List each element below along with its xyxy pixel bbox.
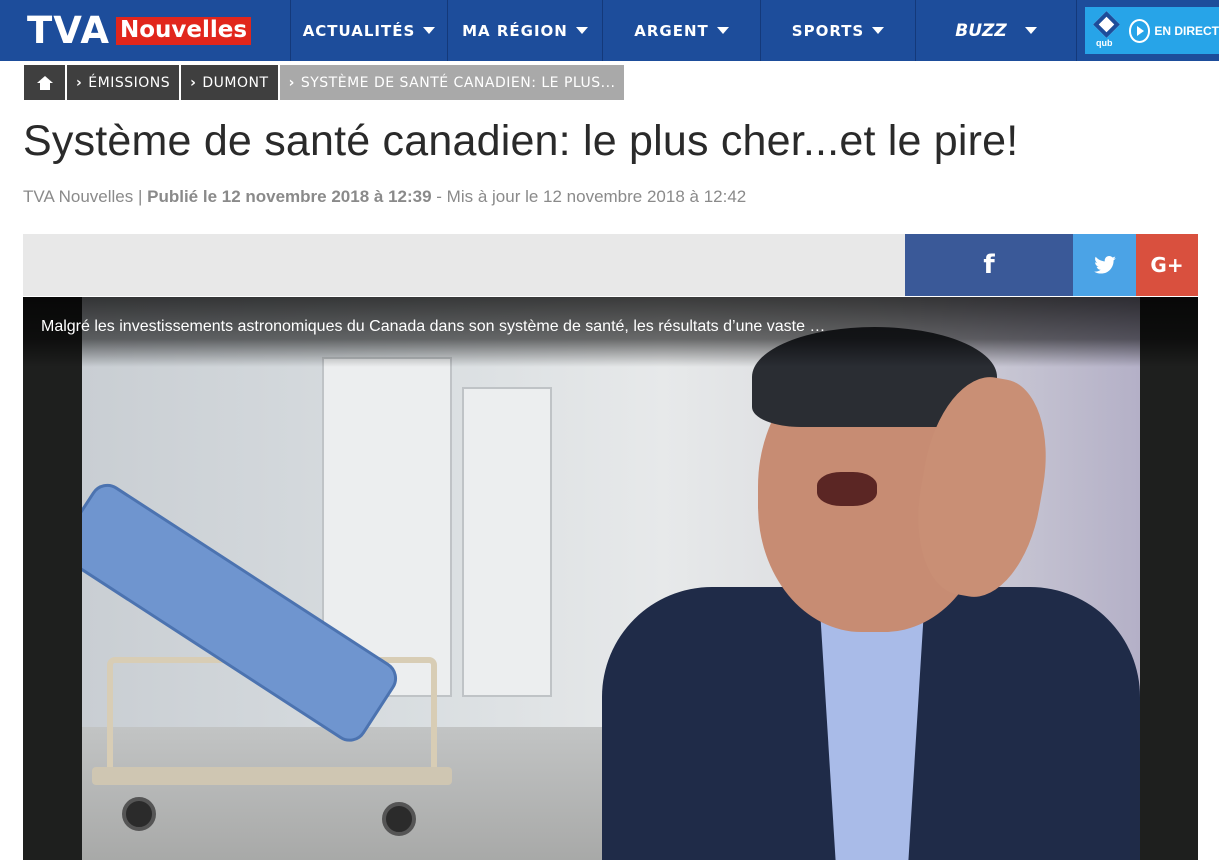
byline-published: Publié le 12 novembre 2018 à 12:39 [147,187,432,206]
chevron-down-icon [872,27,885,34]
nav-item-sports[interactable]: SPORTS [761,0,916,61]
nav-item-label: BUZZ [955,20,1007,41]
chevron-down-icon [1024,27,1037,34]
stretcher-wheel [382,802,416,836]
nav-item-buzz[interactable]: BUZZ [916,0,1077,61]
logo-nouvelles-text: Nouvelles [116,16,252,45]
nav-item-label: ARGENT [634,21,709,40]
breadcrumb-label: SYSTÈME DE SANTÉ CANADIEN: LE PLUS... [300,74,616,91]
article-byline: TVA Nouvelles | Publié le 12 novembre 20… [23,187,746,207]
qub-logo: qub [1093,10,1120,50]
breadcrumb-home[interactable] [24,65,65,100]
chevron-right-icon: › [190,74,197,91]
article-title: Système de santé canadien: le plus cher.… [23,117,1019,165]
byline-source: TVA Nouvelles | [23,187,143,206]
chevron-down-icon [575,27,588,34]
share-googleplus-button[interactable]: G+ [1136,234,1198,296]
nav-item-label: ACTUALITÉS [302,21,416,40]
hallway-door [462,387,552,697]
googleplus-icon: G+ [1150,253,1184,277]
live-broadcast-icon [1128,18,1151,43]
top-navigation: TVA Nouvelles ACTUALITÉS MA RÉGION ARGEN… [0,0,1219,61]
qub-cube-icon [1093,10,1120,38]
qub-logo-text: qub [1096,37,1113,48]
breadcrumb-item-current: › SYSTÈME DE SANTÉ CANADIEN: LE PLUS... [279,65,625,100]
facebook-icon: f [983,250,995,280]
breadcrumb-item-dumont[interactable]: › DUMONT [181,65,278,100]
nav-item-label: MA RÉGION [462,21,568,40]
tva-nouvelles-logo[interactable]: TVA Nouvelles [0,0,291,61]
nav-item-label: SPORTS [791,21,865,40]
video-caption: Malgré les investissements astronomiques… [41,318,826,335]
nav-item-ma-region[interactable]: MA RÉGION [448,0,603,61]
home-icon [36,75,53,90]
nav-item-actualites[interactable]: ACTUALITÉS [291,0,448,61]
logo-tva-text: TVA [27,9,110,52]
stretcher-base [92,767,452,785]
video-thumbnail [82,297,1140,860]
breadcrumb-label: ÉMISSIONS [88,74,171,91]
share-twitter-button[interactable] [1073,234,1136,296]
twitter-icon [1093,256,1116,274]
stretcher-wheel [122,797,156,831]
breadcrumb-label: DUMONT [202,74,269,91]
breadcrumb-item-emissions[interactable]: › ÉMISSIONS [67,65,180,100]
live-label: EN DIRECT [1154,23,1219,38]
chevron-right-icon: › [76,74,83,91]
nav-item-argent[interactable]: ARGENT [603,0,761,61]
breadcrumb: › ÉMISSIONS › DUMONT › SYSTÈME DE SANTÉ … [24,65,626,100]
chevron-down-icon [423,27,436,34]
chevron-down-icon [716,27,729,34]
video-player[interactable]: Malgré les investissements astronomiques… [23,297,1198,860]
presenter-mouth [817,472,877,506]
share-facebook-button[interactable]: f [905,234,1073,296]
byline-updated: - Mis à jour le 12 novembre 2018 à 12:42 [436,187,747,206]
chevron-right-icon: › [288,74,295,91]
live-button[interactable]: qub EN DIRECT [1085,7,1219,54]
